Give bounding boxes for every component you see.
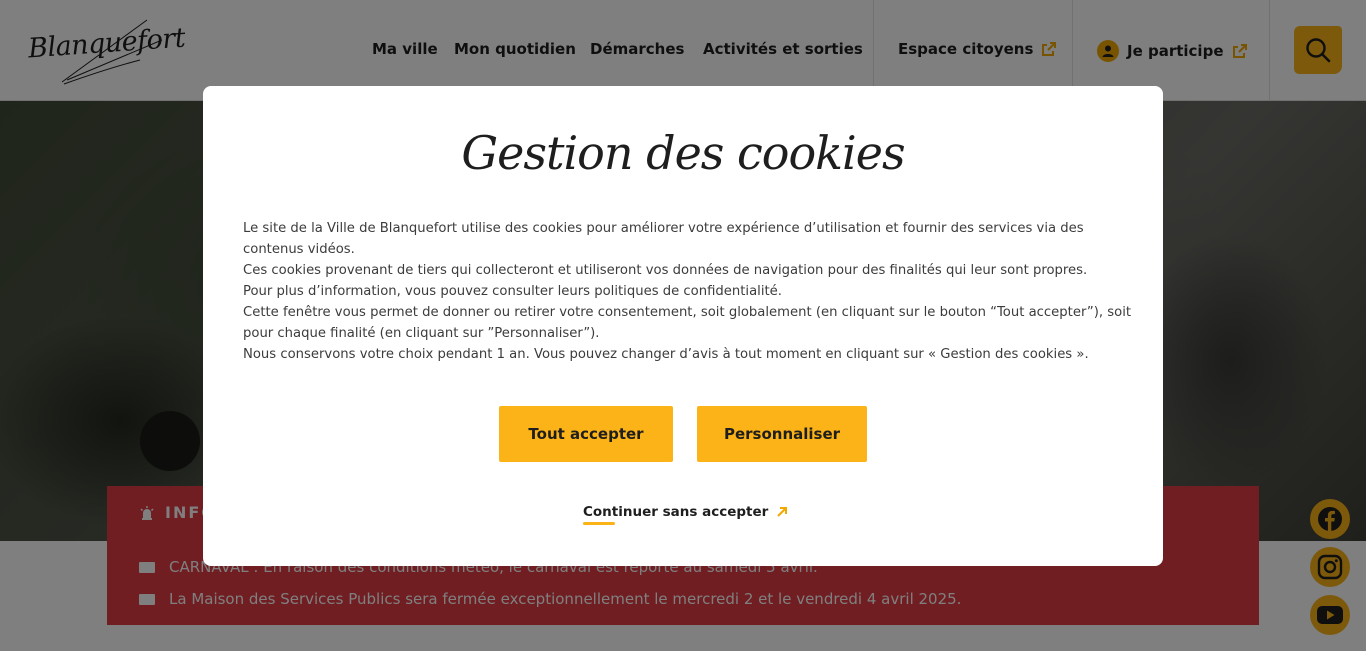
customize-button[interactable]: Personnaliser — [697, 406, 867, 462]
modal-paragraph: Nous conservons votre choix pendant 1 an… — [243, 347, 1089, 362]
modal-description: Le site de la Ville de Blanquefort utili… — [243, 218, 1133, 365]
modal-paragraph: Ces cookies provenant de tiers qui colle… — [243, 263, 1088, 278]
modal-paragraph: Le site de la Ville de Blanquefort utili… — [243, 221, 1084, 257]
continue-label: Continuer sans accepter — [583, 504, 769, 520]
arrow-up-right-icon — [777, 507, 788, 517]
accept-all-button[interactable]: Tout accepter — [499, 406, 673, 462]
modal-title: Gestion des cookies — [461, 126, 905, 180]
modal-paragraph: Pour plus d’information, vous pouvez con… — [243, 284, 782, 299]
continue-without-accepting-link[interactable]: Continuer sans accepter — [583, 504, 788, 520]
modal-paragraph: Cette fenêtre vous permet de donner ou r… — [243, 305, 1132, 341]
continue-underline — [583, 522, 615, 525]
cookie-consent-modal: Gestion des cookies Le site de la Ville … — [203, 86, 1163, 566]
